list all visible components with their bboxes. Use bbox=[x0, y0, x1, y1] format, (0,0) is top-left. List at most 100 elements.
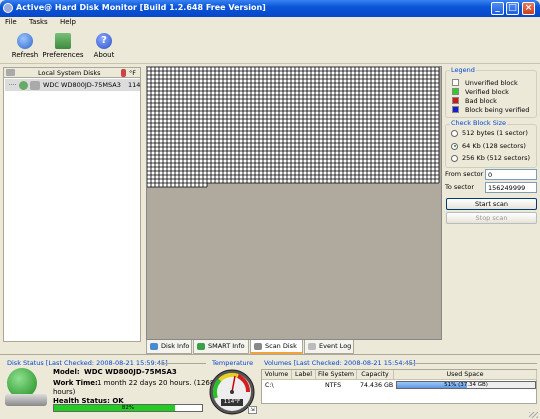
start-scan-button[interactable]: Start scan bbox=[446, 198, 537, 210]
temperature-title: Temperature bbox=[212, 359, 254, 367]
preferences-label: Preferences bbox=[42, 51, 84, 59]
used-space-bar: 51% (37.34 GB) bbox=[396, 381, 536, 389]
legend-label: Bad block bbox=[465, 97, 497, 105]
tab-disk-info[interactable]: Disk Info bbox=[146, 340, 192, 354]
menu-file[interactable]: File bbox=[0, 17, 22, 26]
tab-scan-disk[interactable]: Scan Disk bbox=[250, 340, 303, 354]
stop-scan-label: Stop scan bbox=[475, 214, 508, 222]
preferences-button[interactable]: Preferences bbox=[41, 31, 85, 63]
legend-swatch bbox=[452, 97, 459, 104]
event-log-icon bbox=[308, 343, 316, 350]
close-button[interactable]: × bbox=[522, 2, 535, 15]
volumes-title: Volumes [Last Checked: 2008-08-21 15:54:… bbox=[264, 359, 416, 367]
health-progress-text: 82% bbox=[121, 405, 135, 411]
disk-name: WDC WD800JD-75MSA3 bbox=[43, 81, 121, 89]
block-size-option-64kb[interactable]: 64 Kb (128 sectors) bbox=[451, 142, 526, 150]
title-bar[interactable]: Active@ Hard Disk Monitor [Build 1.2.648… bbox=[0, 0, 540, 17]
disk-status-icon bbox=[19, 81, 28, 90]
toolbar: Refresh Preferences ? About bbox=[0, 29, 540, 64]
radio-icon bbox=[451, 154, 458, 162]
stop-scan-button[interactable]: Stop scan bbox=[446, 212, 537, 224]
to-sector-label: To sector bbox=[445, 183, 475, 191]
radio-label: 256 Kb (512 sectors) bbox=[462, 154, 531, 162]
cell-file-system: NTFS bbox=[325, 382, 342, 389]
radio-selected-icon bbox=[451, 142, 458, 150]
divider bbox=[158, 363, 206, 364]
volumes-table: Volume Label File System Capacity Used S… bbox=[261, 369, 537, 404]
disk-status-title: Disk Status [Last Checked: 2008-08-21 15… bbox=[7, 359, 168, 367]
right-panel: Legend Unverified block Verified block B… bbox=[445, 66, 538, 344]
used-space-text: 51% (37.34 GB) bbox=[444, 382, 488, 388]
disk-temperature: 114 bbox=[128, 81, 141, 89]
disk-surface-map bbox=[146, 66, 442, 340]
divider bbox=[404, 363, 537, 364]
disks-header-label: Local System Disks bbox=[38, 69, 101, 77]
preferences-icon bbox=[55, 33, 71, 49]
legend-label: Verified block bbox=[465, 88, 509, 96]
scan-disk-icon bbox=[254, 343, 262, 350]
legend-swatch bbox=[452, 88, 459, 95]
start-scan-label: Start scan bbox=[474, 200, 508, 208]
model-label: Model: bbox=[53, 368, 80, 376]
app-window: Active@ Hard Disk Monitor [Build 1.2.648… bbox=[0, 0, 540, 419]
refresh-icon bbox=[17, 33, 33, 49]
resize-grip[interactable] bbox=[529, 412, 538, 418]
health-progress-bar: 82% bbox=[53, 404, 203, 412]
disk-list-item[interactable]: WDC WD800JD-75MSA3 114 bbox=[5, 79, 140, 91]
model-value: WDC WD800JD-75MSA3 bbox=[84, 368, 177, 376]
tab-label: Event Log bbox=[319, 342, 352, 350]
radio-label: 512 bytes (1 sector) bbox=[462, 129, 528, 137]
disk-health-icon bbox=[5, 368, 47, 408]
block-grid bbox=[147, 67, 440, 188]
tab-label: SMART Info bbox=[208, 342, 245, 350]
tab-smart-info[interactable]: SMART Info bbox=[193, 340, 249, 354]
from-sector-input[interactable]: 0 bbox=[485, 169, 537, 180]
block-size-option-256kb[interactable]: 256 Kb (512 sectors) bbox=[451, 154, 530, 162]
gauge-options-icon[interactable]: ⇲ bbox=[248, 406, 257, 414]
from-sector-label: From sector bbox=[445, 170, 484, 178]
col-header-capacity[interactable]: Capacity bbox=[357, 370, 394, 380]
radio-label: 64 Kb (128 sectors) bbox=[462, 142, 526, 150]
minimize-button[interactable]: _ bbox=[491, 2, 504, 15]
tab-event-log[interactable]: Event Log bbox=[304, 340, 354, 354]
menu-bar: File Tasks Help bbox=[0, 17, 540, 29]
hdd-monitor-icon bbox=[3, 3, 13, 13]
legend-swatch bbox=[452, 79, 459, 86]
about-label: About bbox=[93, 51, 115, 59]
col-header-label[interactable]: Label bbox=[292, 370, 316, 380]
legend-label: Unverified block bbox=[465, 79, 518, 87]
about-icon: ? bbox=[96, 33, 112, 49]
computer-icon bbox=[6, 69, 15, 76]
col-header-file-system[interactable]: File System bbox=[316, 370, 357, 380]
work-time-value: 1 month 22 days 20 hours. (1268 bbox=[97, 379, 215, 387]
legend-title: Legend bbox=[450, 66, 476, 74]
hard-disk-icon bbox=[30, 81, 40, 90]
about-button[interactable]: ? About bbox=[82, 31, 126, 63]
col-header-used-space[interactable]: Used Space bbox=[394, 370, 537, 380]
to-sector-input[interactable]: 156249999 bbox=[485, 182, 537, 193]
temp-unit-label: °F bbox=[129, 69, 136, 77]
disk-info-icon bbox=[150, 343, 158, 350]
tab-strip: Disk Info SMART Info Scan Disk Event Log bbox=[146, 340, 442, 354]
legend-label: Block being verified bbox=[465, 106, 530, 114]
window-title: Active@ Hard Disk Monitor [Build 1.2.648… bbox=[16, 3, 266, 12]
tab-label: Disk Info bbox=[161, 342, 190, 350]
cell-capacity: 74.436 GB bbox=[360, 382, 394, 389]
smart-info-icon bbox=[197, 343, 205, 350]
radio-icon bbox=[451, 129, 458, 137]
gauge-value: 114°F bbox=[221, 399, 243, 406]
refresh-label: Refresh bbox=[11, 51, 39, 59]
work-time-label: Work Time: bbox=[53, 379, 98, 387]
work-time-value-cont: hours) bbox=[53, 388, 76, 396]
disks-header: Local System Disks °F bbox=[3, 67, 141, 78]
temperature-gauge: 114°F ⇲ bbox=[208, 368, 258, 416]
menu-help[interactable]: Help bbox=[55, 17, 81, 26]
menu-tasks[interactable]: Tasks bbox=[24, 17, 53, 26]
tree-connector bbox=[9, 84, 16, 85]
maximize-button[interactable]: □ bbox=[506, 2, 519, 15]
block-size-title: Check Block Size bbox=[450, 119, 508, 127]
cell-volume: C:\ bbox=[265, 382, 274, 389]
block-size-option-512b[interactable]: 512 bytes (1 sector) bbox=[451, 129, 528, 137]
col-header-volume[interactable]: Volume bbox=[262, 370, 292, 380]
thermometer-icon bbox=[121, 69, 126, 77]
